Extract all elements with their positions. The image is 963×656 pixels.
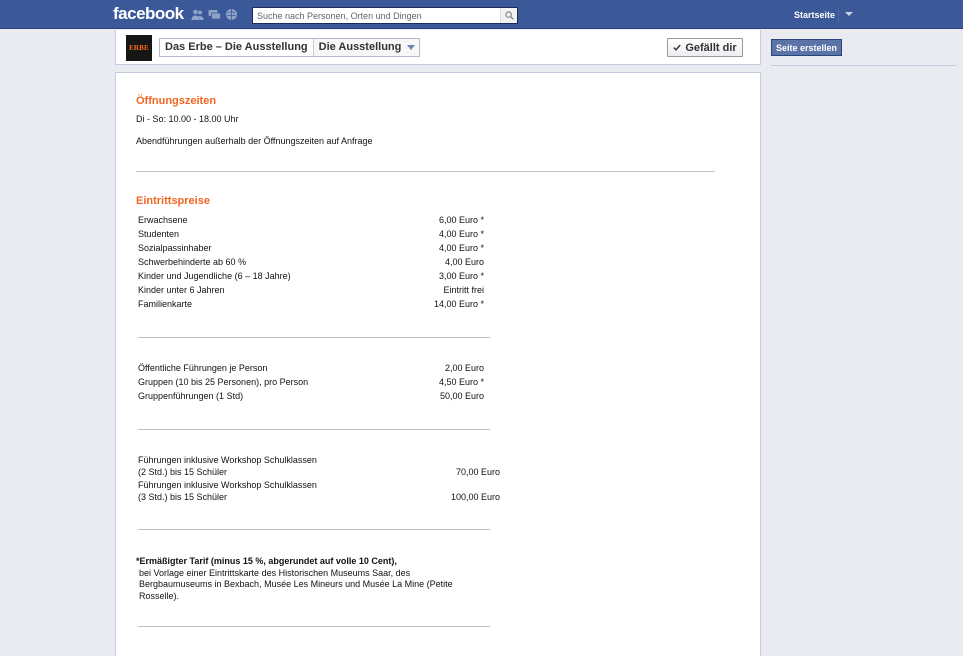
tour-price-row: Gruppen (10 bis 25 Personen), pro Person… bbox=[138, 377, 488, 391]
right-column-divider bbox=[771, 65, 956, 66]
discount-note: *Ermäßigter Tarif (minus 15 %, abgerunde… bbox=[136, 556, 476, 602]
search-box[interactable] bbox=[252, 7, 518, 24]
price-label: Schwerbehinderte ab 60 % bbox=[138, 257, 247, 267]
section-divider bbox=[138, 337, 490, 338]
page-header: ERBE Das Erbe – Die Ausstellung Die Auss… bbox=[115, 30, 761, 65]
price-row: Familienkarte 14,00 Euro * bbox=[138, 299, 488, 313]
page-logo-text: ERBE bbox=[129, 44, 149, 52]
price-label: Familienkarte bbox=[138, 299, 193, 309]
tour-value: 4,50 Euro * bbox=[438, 377, 484, 387]
tab-selector-label: Die Ausstellung bbox=[318, 41, 402, 53]
section-divider bbox=[138, 529, 490, 530]
page-logo[interactable]: ERBE bbox=[126, 35, 152, 61]
price-value: 4,00 Euro * bbox=[438, 229, 484, 239]
like-button[interactable]: Gefällt dir bbox=[667, 38, 743, 57]
workshop-label-line2: (3 Std.) bis 15 Schüler bbox=[138, 492, 228, 502]
price-value: 4,00 Euro bbox=[444, 257, 484, 267]
tab-content: Öffnungszeiten Di - So: 10.00 - 18.00 Uh… bbox=[115, 72, 761, 656]
workshop-price-row: (3 Std.) bis 15 Schüler 100,00 Euro bbox=[138, 492, 500, 506]
price-label: Kinder und Jugendliche (6 – 18 Jahre) bbox=[138, 271, 291, 281]
home-link[interactable]: Startseite bbox=[794, 10, 835, 20]
price-row: Studenten 4,00 Euro * bbox=[138, 229, 488, 243]
price-value: 4,00 Euro * bbox=[438, 243, 484, 253]
tour-price-row: Öffentliche Führungen je Person 2,00 Euro bbox=[138, 363, 488, 377]
workshop-label: Führungen inklusive Workshop Schulklasse… bbox=[138, 480, 317, 490]
opening-hours-text: Di - So: 10.00 - 18.00 Uhr bbox=[136, 114, 239, 124]
page-name-link[interactable]: Das Erbe – Die Ausstellung bbox=[160, 39, 314, 56]
price-row: Sozialpassinhaber 4,00 Euro * bbox=[138, 243, 488, 257]
workshop-value: 70,00 Euro bbox=[455, 467, 500, 477]
tour-label: Öffentliche Führungen je Person bbox=[138, 363, 268, 373]
search-button[interactable] bbox=[500, 8, 517, 23]
price-label: Kinder unter 6 Jahren bbox=[138, 285, 225, 295]
workshop-price-row: (2 Std.) bis 15 Schüler 70,00 Euro bbox=[138, 467, 500, 481]
opening-hours-title: Öffnungszeiten bbox=[136, 95, 217, 107]
price-label: Erwachsene bbox=[138, 215, 188, 225]
search-icon bbox=[504, 11, 514, 20]
price-value: 14,00 Euro * bbox=[433, 299, 484, 309]
price-row: Erwachsene 6,00 Euro * bbox=[138, 215, 488, 229]
chevron-down-icon[interactable] bbox=[845, 12, 853, 16]
price-row: Kinder unter 6 Jahren Eintritt frei bbox=[138, 285, 488, 299]
price-value: 3,00 Euro * bbox=[438, 271, 484, 281]
chevron-down-icon bbox=[407, 45, 416, 50]
workshop-value: 100,00 Euro bbox=[450, 492, 500, 502]
friends-icon[interactable] bbox=[191, 8, 204, 21]
top-bar: facebook Startseite bbox=[0, 0, 963, 29]
evening-tours-text: Abendführungen außerhalb der Öffnungszei… bbox=[136, 136, 373, 146]
tab-selector[interactable]: Die Ausstellung bbox=[313, 39, 420, 56]
price-label: Studenten bbox=[138, 229, 180, 239]
tour-value: 2,00 Euro bbox=[444, 363, 484, 373]
checkmark-icon bbox=[673, 44, 682, 51]
tour-value: 50,00 Euro bbox=[439, 391, 484, 401]
messages-icon[interactable] bbox=[208, 8, 221, 21]
discount-note-text: bei Vorlage einer Eintrittskarte des His… bbox=[139, 567, 453, 601]
breadcrumb: Das Erbe – Die Ausstellung Die Ausstellu… bbox=[159, 38, 421, 57]
nav-divider bbox=[838, 7, 839, 23]
price-row: Schwerbehinderte ab 60 % 4,00 Euro bbox=[138, 257, 488, 271]
price-label: Sozialpassinhaber bbox=[138, 243, 212, 253]
section-divider bbox=[138, 429, 490, 430]
section-divider bbox=[136, 171, 715, 172]
admission-prices-title: Eintrittspreise bbox=[136, 195, 210, 207]
discount-note-title: *Ermäßigter Tarif (minus 15 %, abgerunde… bbox=[136, 556, 397, 566]
price-value: 6,00 Euro * bbox=[438, 215, 484, 225]
create-page-button[interactable]: Seite erstellen bbox=[771, 39, 842, 56]
workshop-label-line2: (2 Std.) bis 15 Schüler bbox=[138, 467, 228, 477]
search-input[interactable] bbox=[253, 8, 493, 23]
tour-label: Gruppen (10 bis 25 Personen), pro Person bbox=[138, 377, 309, 387]
price-row: Kinder und Jugendliche (6 – 18 Jahre) 3,0… bbox=[138, 271, 488, 285]
facebook-logo[interactable]: facebook bbox=[113, 4, 184, 24]
notifications-icon[interactable] bbox=[225, 8, 238, 21]
price-value: Eintritt frei bbox=[443, 285, 484, 295]
workshop-label: Führungen inklusive Workshop Schulklasse… bbox=[138, 455, 317, 465]
notification-jewels bbox=[191, 8, 238, 21]
like-button-label: Gefällt dir bbox=[685, 41, 737, 54]
section-divider bbox=[138, 626, 490, 627]
tour-price-row: Gruppenführungen (1 Std) 50,00 Euro bbox=[138, 391, 488, 405]
tour-label: Gruppenführungen (1 Std) bbox=[138, 391, 244, 401]
